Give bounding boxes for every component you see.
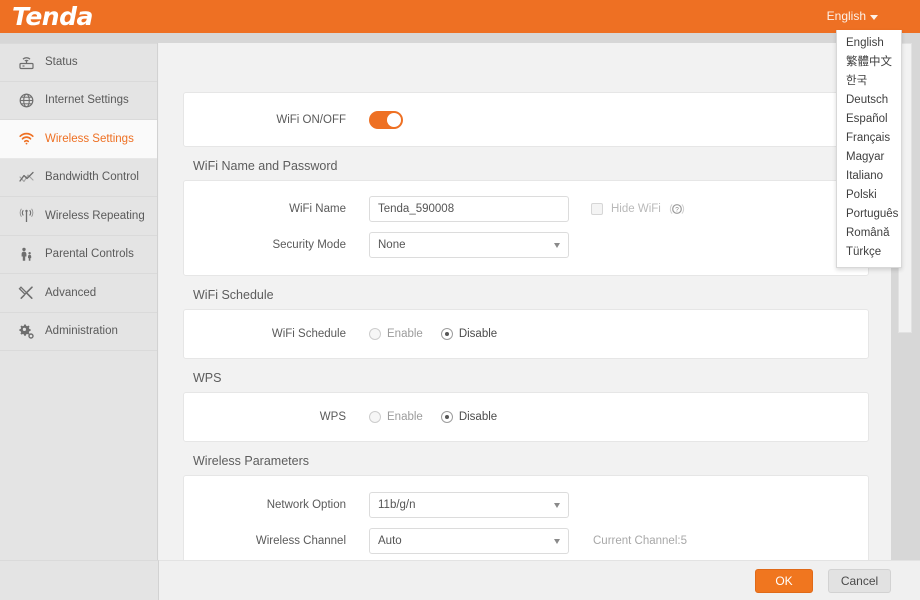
language-option-espanol[interactable]: Español (837, 110, 901, 129)
wireless-settings-form: WiFi ON/OFF WiFi Name and Password WiFi … (183, 43, 869, 600)
wps-disable-label: Disable (459, 411, 497, 423)
wifi-icon (18, 130, 35, 147)
wifi-schedule-enable-label: Enable (387, 328, 423, 340)
radio-circle (441, 411, 453, 423)
language-selector[interactable]: English (827, 9, 878, 23)
footer-bar: OK Cancel (159, 560, 920, 600)
language-dropdown-menu[interactable]: English 繁體中文 한국 Deutsch Español Français… (836, 30, 902, 268)
language-option-italiano[interactable]: Italiano (837, 167, 901, 186)
language-option-korean[interactable]: 한국 (837, 72, 901, 91)
wifi-schedule-disable-label: Disable (459, 328, 497, 340)
help-icon[interactable]: ? (669, 201, 685, 217)
chevron-down-icon (870, 15, 878, 20)
wifi-schedule-enable-radio[interactable]: Enable (369, 328, 423, 340)
wifi-schedule-row-label: WiFi Schedule (184, 328, 369, 340)
sidebar-item-parental-controls[interactable]: Parental Controls (0, 236, 157, 275)
router-icon (18, 54, 35, 71)
chart-line-icon (18, 169, 35, 186)
security-mode-select[interactable] (369, 232, 569, 258)
language-option-magyar[interactable]: Magyar (837, 148, 901, 167)
sidebar-item-label: Bandwidth Control (45, 171, 139, 183)
wps-title: WPS (183, 359, 869, 392)
language-option-deutsch[interactable]: Deutsch (837, 91, 901, 110)
wifi-schedule-panel: WiFi Schedule Enable Disable (183, 309, 869, 359)
parent-child-icon (18, 246, 35, 263)
sidebar-item-label: Status (45, 56, 78, 68)
wireless-channel-label: Wireless Channel (184, 535, 369, 547)
language-option-turkce[interactable]: Türkçe (837, 243, 901, 262)
hide-wifi-checkbox[interactable] (591, 203, 603, 215)
antenna-icon (18, 207, 35, 224)
network-option-select[interactable] (369, 492, 569, 518)
cancel-button[interactable]: Cancel (828, 569, 891, 593)
page-header: Tenda English (0, 0, 920, 33)
wifi-power-panel: WiFi ON/OFF (183, 92, 869, 147)
wps-row-label: WPS (184, 411, 369, 423)
language-option-romana[interactable]: Română (837, 224, 901, 243)
hide-wifi-label[interactable]: Hide WiFi (611, 203, 661, 215)
sidebar-item-label: Advanced (45, 287, 96, 299)
network-option-label: Network Option (184, 499, 369, 511)
sidebar-item-bandwidth-control[interactable]: Bandwidth Control (0, 159, 157, 198)
sidebar-item-internet-settings[interactable]: Internet Settings (0, 82, 157, 121)
language-selector-label: English (827, 9, 866, 23)
tools-icon (18, 284, 35, 301)
security-mode-label: Security Mode (184, 239, 369, 251)
svg-text:?: ? (675, 207, 679, 214)
wifi-name-password-title: WiFi Name and Password (183, 147, 869, 180)
radio-circle (369, 411, 381, 423)
sidebar-item-administration[interactable]: Administration (0, 313, 157, 352)
gear-icon (18, 323, 35, 340)
sidebar-item-label: Wireless Repeating (45, 210, 145, 222)
language-option-chinese[interactable]: 繁體中文 (837, 53, 901, 72)
wps-disable-radio[interactable]: Disable (441, 411, 497, 423)
wifi-power-toggle[interactable] (369, 111, 403, 129)
sidebar-item-advanced[interactable]: Advanced (0, 274, 157, 313)
wifi-name-input[interactable] (369, 196, 569, 222)
wifi-name-password-panel: WiFi Name Hide WiFi ? (183, 180, 869, 276)
sidebar-item-status[interactable]: Status (0, 43, 157, 82)
hide-wifi-group: Hide WiFi ? (591, 201, 685, 217)
radio-circle (369, 328, 381, 340)
ok-button[interactable]: OK (755, 569, 813, 593)
wps-radio-group: Enable Disable (369, 411, 497, 423)
sidebar-item-wireless-settings[interactable]: Wireless Settings (0, 120, 157, 159)
wifi-schedule-radio-group: Enable Disable (369, 328, 497, 340)
tenda-logo: Tenda (12, 2, 93, 31)
wireless-channel-select[interactable] (369, 528, 569, 554)
sidebar-item-label: Parental Controls (45, 248, 134, 260)
current-channel-text: Current Channel:5 (593, 535, 687, 547)
main-content: WiFi ON/OFF WiFi Name and Password WiFi … (159, 43, 891, 600)
header-underline-strip (0, 33, 920, 43)
wifi-power-toggle-knob (387, 113, 401, 127)
globe-icon (18, 92, 35, 109)
sidebar-item-wireless-repeating[interactable]: Wireless Repeating (0, 197, 157, 236)
sidebar-item-label: Wireless Settings (45, 133, 134, 145)
radio-circle (441, 328, 453, 340)
wps-panel: WPS Enable Disable (183, 392, 869, 442)
footer-sidebar-area (0, 560, 159, 600)
language-option-portugues[interactable]: Português (837, 205, 901, 224)
language-option-english[interactable]: English (837, 34, 901, 53)
wifi-schedule-disable-radio[interactable]: Disable (441, 328, 497, 340)
sidebar-item-label: Administration (45, 325, 118, 337)
wireless-parameters-title: Wireless Parameters (183, 442, 869, 475)
wps-enable-label: Enable (387, 411, 423, 423)
router-admin-page: Tenda English English 繁體中文 한국 Deutsch Es… (0, 0, 920, 600)
wifi-power-label: WiFi ON/OFF (184, 114, 369, 126)
wifi-schedule-title: WiFi Schedule (183, 276, 869, 309)
sidebar-item-label: Internet Settings (45, 94, 129, 106)
language-option-francais[interactable]: Français (837, 129, 901, 148)
wps-enable-radio[interactable]: Enable (369, 411, 423, 423)
sidebar-nav: Status Internet Settings (0, 43, 158, 600)
language-option-polski[interactable]: Polski (837, 186, 901, 205)
wifi-name-label: WiFi Name (184, 203, 369, 215)
